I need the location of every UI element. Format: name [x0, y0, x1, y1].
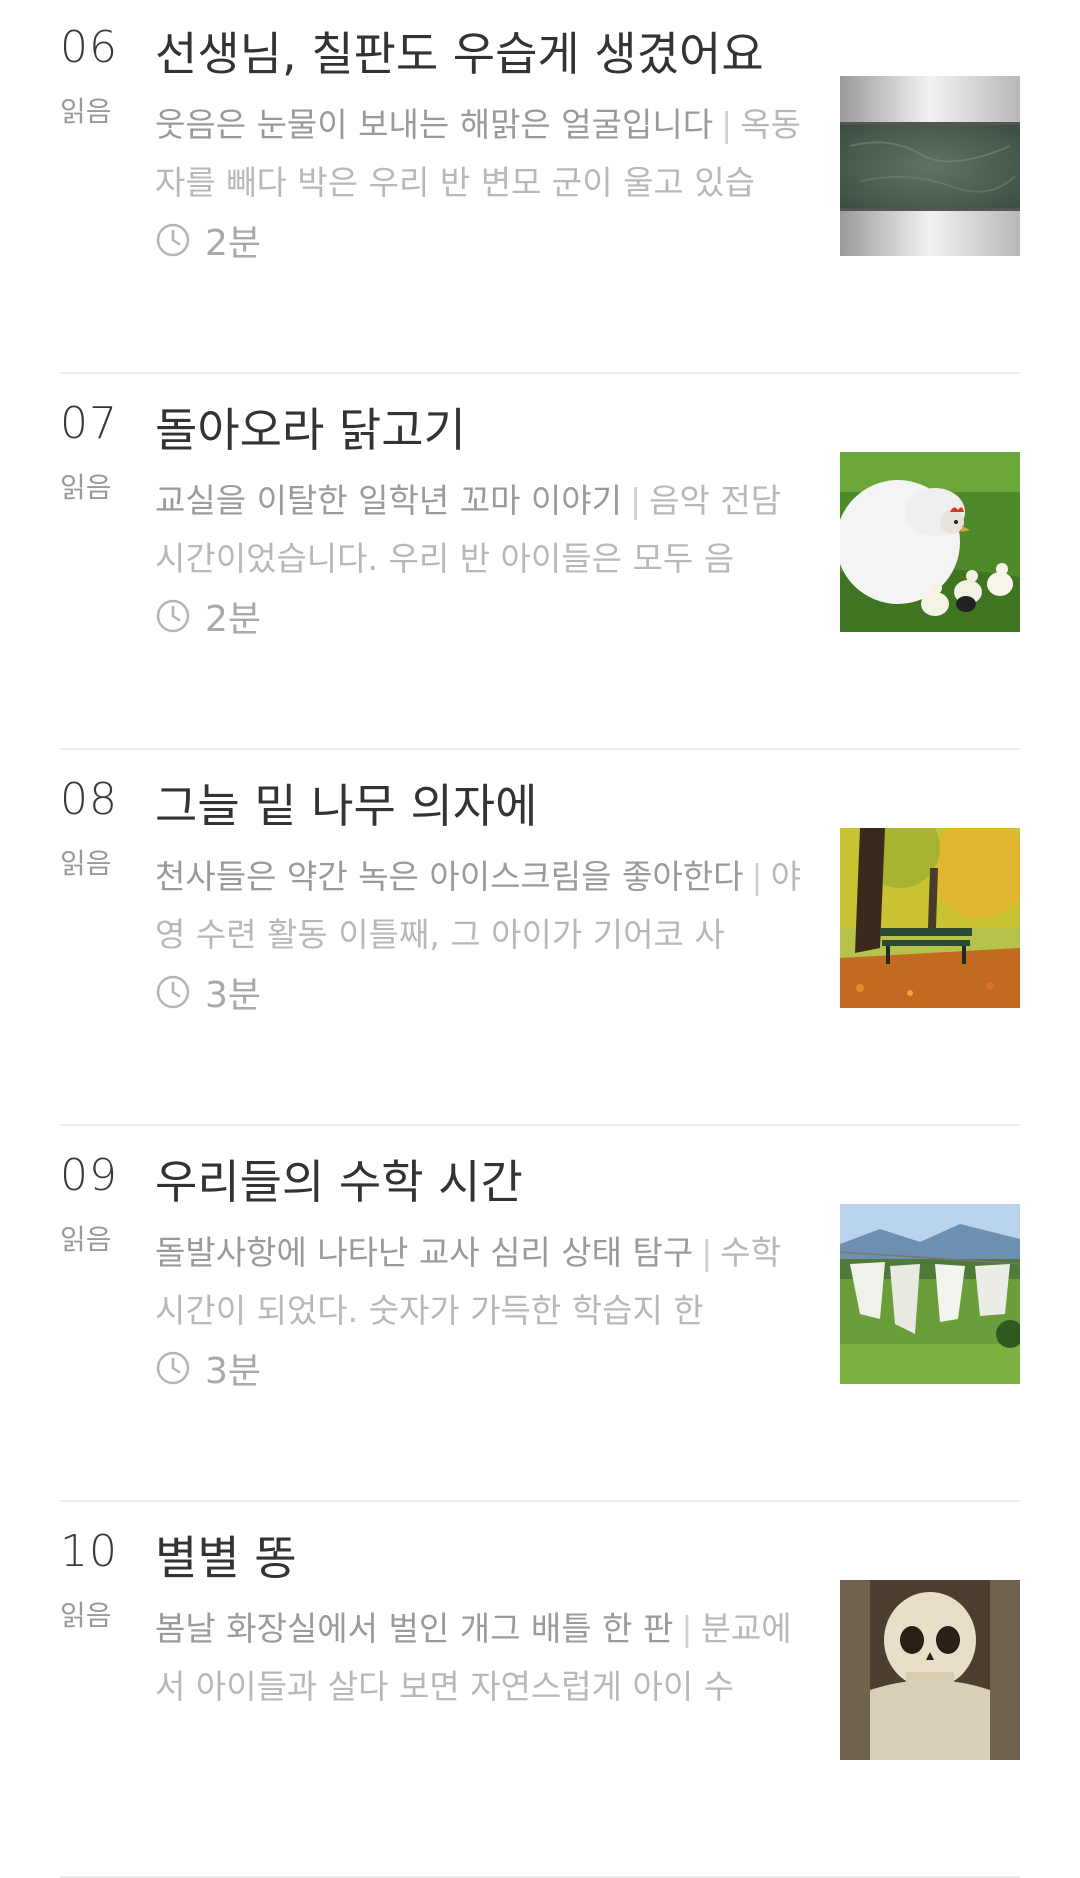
episode-description: 웃음은 눈물이 보내는 해맑은 얼굴입니다 | 옥동자를 빼다 박은 우리 반 변모… — [155, 96, 805, 212]
separator: | — [721, 105, 733, 144]
episode-number: 09 — [60, 1150, 118, 1201]
read-time-label: 2분 — [205, 599, 262, 640]
episode-subtitle: 봄날 화장실에서 벌인 개그 배틀 한 판 — [155, 1609, 674, 1648]
read-time: 2분 — [155, 590, 261, 642]
read-status: 읽음 — [60, 1599, 112, 1632]
separator: | — [701, 1233, 713, 1272]
episode-title[interactable]: 선생님, 칠판도 우습게 생겼어요 — [155, 18, 815, 84]
list-item[interactable]: 09 읽음 우리들의 수학 시간 돌발사항에 나타난 교사 심리 상태 탐구 | 수… — [60, 1126, 1020, 1502]
episode-thumbnail[interactable] — [840, 452, 1020, 632]
read-time: 2분 — [155, 214, 261, 266]
read-time: 3분 — [155, 966, 261, 1018]
read-status: 읽음 — [60, 471, 112, 504]
episode-number: 07 — [60, 398, 118, 449]
list-item[interactable]: 06 읽음 선생님, 칠판도 우습게 생겼어요 웃음은 눈물이 보내는 해맑은 … — [60, 0, 1020, 374]
read-status: 읽음 — [60, 1223, 112, 1256]
episode-description: 봄날 화장실에서 벌인 개그 배틀 한 판 | 분교에서 아이들과 살다 보면 자연… — [155, 1600, 805, 1716]
episode-description: 천사들은 약간 녹은 아이스크림을 좋아한다 | 야영 수련 활동 이틀째, 그 아… — [155, 848, 805, 964]
episode-title[interactable]: 별별 똥 — [155, 1522, 815, 1588]
episode-description: 돌발사항에 나타난 교사 심리 상태 탐구 | 수학 시간이 되었다. 숫자가 가득… — [155, 1224, 805, 1340]
read-time: 3분 — [155, 1342, 261, 1394]
list-item[interactable]: 10 읽음 별별 똥 봄날 화장실에서 벌인 개그 배틀 한 판 | 분교에서 아이… — [60, 1502, 1020, 1878]
clock-icon — [155, 974, 191, 1010]
episode-subtitle: 돌발사항에 나타난 교사 심리 상태 탐구 — [155, 1233, 694, 1272]
episode-number: 06 — [60, 22, 118, 73]
read-time-label: 3분 — [205, 975, 262, 1016]
episode-number: 08 — [60, 774, 118, 825]
episode-title[interactable]: 우리들의 수학 시간 — [155, 1146, 815, 1212]
episode-subtitle: 교실을 이탈한 일학년 꼬마 이야기 — [155, 481, 622, 520]
clock-icon — [155, 222, 191, 258]
episode-title[interactable]: 돌아오라 닭고기 — [155, 394, 815, 460]
episode-thumbnail[interactable] — [840, 1204, 1020, 1384]
list-item[interactable]: 07 읽음 돌아오라 닭고기 교실을 이탈한 일학년 꼬마 이야기 | 음악 전담시… — [60, 374, 1020, 750]
episode-subtitle: 천사들은 약간 녹은 아이스크림을 좋아한다 — [155, 857, 744, 896]
separator: | — [630, 481, 642, 520]
list-item[interactable]: 08 읽음 그늘 밑 나무 의자에 천사들은 약간 녹은 아이스크림을 좋아한다… — [60, 750, 1020, 1126]
read-status: 읽음 — [60, 95, 112, 128]
clock-icon — [155, 598, 191, 634]
episode-thumbnail[interactable] — [840, 76, 1020, 256]
episode-number: 10 — [60, 1526, 118, 1577]
separator: | — [681, 1609, 693, 1648]
episode-list: 06 읽음 선생님, 칠판도 우습게 생겼어요 웃음은 눈물이 보내는 해맑은 … — [0, 0, 1080, 1878]
episode-title[interactable]: 그늘 밑 나무 의자에 — [155, 770, 815, 836]
read-time-label: 3분 — [205, 1351, 262, 1392]
read-status: 읽음 — [60, 847, 112, 880]
episode-subtitle: 웃음은 눈물이 보내는 해맑은 얼굴입니다 — [155, 105, 714, 144]
clock-icon — [155, 1350, 191, 1386]
read-time-label: 2분 — [205, 223, 262, 264]
episode-description: 교실을 이탈한 일학년 꼬마 이야기 | 음악 전담시간이었습니다. 우리 반 아이… — [155, 472, 805, 588]
episode-thumbnail[interactable] — [840, 1580, 1020, 1760]
separator: | — [751, 857, 763, 896]
episode-thumbnail[interactable] — [840, 828, 1020, 1008]
